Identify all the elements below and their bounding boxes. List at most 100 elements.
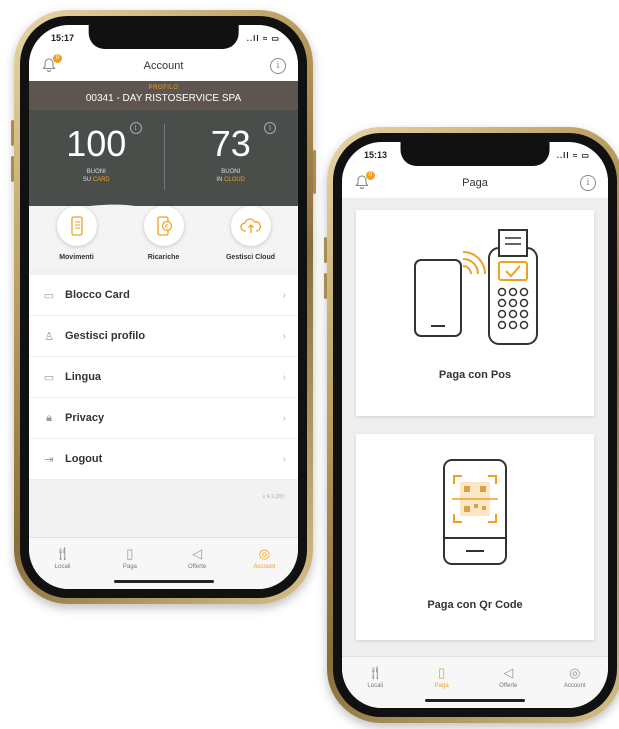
notch bbox=[88, 25, 239, 49]
chevron-right-icon: › bbox=[282, 289, 286, 301]
action-gestisci-cloud[interactable]: Gestisci Cloud bbox=[211, 206, 291, 261]
menu-item-label: Privacy bbox=[65, 412, 105, 424]
menu-item-privacy[interactable]: 🔒︎ Privacy › bbox=[29, 398, 298, 439]
counter-value: 100 bbox=[66, 123, 127, 164]
chat-icon: ▭ bbox=[43, 371, 55, 384]
tab-label: Offerte bbox=[188, 564, 207, 570]
chevron-right-icon: › bbox=[282, 453, 286, 465]
menu-item-gestisci-profilo[interactable]: ♙ Gestisci profilo › bbox=[29, 316, 298, 357]
tab-locali[interactable]: 🍴︎ Locali bbox=[345, 665, 405, 708]
tab-label: Account bbox=[253, 564, 276, 570]
phone-account: 15:17 ..ll ≈ ▭ 0 Account i PROFILO 00341… bbox=[11, 10, 316, 604]
action-label: Movimenti bbox=[59, 254, 94, 261]
menu-item-label: Gestisci profilo bbox=[65, 330, 146, 342]
menu-item-logout[interactable]: ⇥ Logout › bbox=[29, 439, 298, 480]
logout-icon: ⇥ bbox=[44, 453, 54, 466]
menu-item-label: Blocco Card bbox=[65, 289, 130, 301]
status-time: 15:17 bbox=[51, 33, 75, 43]
counter-caption: BUONI SU CARD bbox=[29, 168, 164, 184]
info-icon[interactable]: i bbox=[580, 175, 596, 191]
pay-screen: 15:13 ..ll ≈ ▭ 0 Paga i Paga con Pos Pag… bbox=[342, 142, 608, 708]
bell-icon[interactable]: 0 bbox=[354, 171, 375, 192]
counter-caption-highlight: CARD bbox=[92, 177, 110, 183]
counter-caption-line: SU CARD bbox=[29, 176, 164, 184]
menu-item-blocco-card[interactable]: ▭ Blocco Card › bbox=[29, 275, 298, 316]
status-icons: ..ll ≈ ▭ bbox=[556, 150, 590, 160]
power-button bbox=[313, 150, 316, 194]
home-indicator bbox=[425, 699, 525, 702]
tab-account[interactable]: ◎ Account bbox=[234, 546, 294, 589]
tab-label: Paga bbox=[122, 564, 137, 570]
profile-bar[interactable]: PROFILO 00341 - DAY RISTOSERVICE SPA bbox=[29, 81, 298, 110]
menu-item-label: Lingua bbox=[65, 371, 102, 383]
list-phone-icon bbox=[56, 206, 97, 246]
notification-badge: 0 bbox=[53, 54, 62, 63]
home-indicator bbox=[113, 580, 214, 583]
recharge-icon: € bbox=[143, 206, 184, 246]
counter-caption-highlight: CLOUD bbox=[224, 177, 246, 183]
profile-name: 00341 - DAY RISTOSERVICE SPA bbox=[85, 93, 242, 104]
counter-caption-prefix: IN bbox=[216, 177, 225, 183]
phone-bezel: 15:13 ..ll ≈ ▭ 0 Paga i Paga con Pos Pag… bbox=[333, 133, 617, 717]
action-ricariche[interactable]: € Ricariche bbox=[124, 206, 204, 261]
app-header: 0 Paga i bbox=[342, 168, 608, 198]
tab-label: Account bbox=[563, 683, 586, 689]
tab-locali[interactable]: 🍴︎ Locali bbox=[33, 546, 93, 589]
counter-caption-line: IN CLOUD bbox=[164, 176, 299, 184]
pos-terminal-icon bbox=[414, 229, 538, 345]
quick-actions: Movimenti € Ricariche Gestisci Cloud bbox=[29, 206, 298, 269]
bell-icon[interactable]: 0 bbox=[41, 54, 62, 75]
app-header: 0 Account i bbox=[29, 51, 298, 81]
card-icon: ▭ bbox=[43, 289, 55, 302]
volume-button bbox=[11, 120, 14, 146]
volume-button bbox=[11, 156, 14, 182]
counter-caption-prefix: SU bbox=[82, 177, 93, 183]
notification-badge: 0 bbox=[366, 171, 375, 180]
status-icons: ..ll ≈ ▭ bbox=[246, 33, 280, 43]
tab-bar: 🍴︎ Locali ▯ Paga ◁ Offerte ◎ Account bbox=[342, 656, 608, 708]
megaphone-icon: ◁ bbox=[192, 546, 203, 561]
account-screen: 15:17 ..ll ≈ ▭ 0 Account i PROFILO 00341… bbox=[29, 25, 298, 589]
cutlery-icon: 🍴︎ bbox=[54, 546, 71, 561]
phone-bezel: 15:17 ..ll ≈ ▭ 0 Account i PROFILO 00341… bbox=[20, 16, 307, 598]
page-title: Paga bbox=[462, 177, 488, 189]
account-icon: ◎ bbox=[569, 665, 581, 680]
info-icon[interactable]: i bbox=[264, 122, 276, 134]
action-movimenti[interactable]: Movimenti bbox=[37, 206, 117, 261]
info-icon[interactable]: i bbox=[270, 58, 286, 74]
cloud-upload-icon bbox=[230, 206, 271, 246]
profile-label: PROFILO bbox=[148, 85, 179, 91]
lock-icon: 🔒︎ bbox=[46, 411, 52, 424]
pay-icon: ▯ bbox=[438, 665, 446, 680]
counter-caption-line: BUONI bbox=[221, 169, 241, 175]
chevron-right-icon: › bbox=[282, 330, 286, 342]
pay-icon: ▯ bbox=[126, 546, 134, 561]
app-version: v 4.1.(20) bbox=[262, 494, 284, 500]
cutlery-icon: 🍴︎ bbox=[366, 665, 384, 680]
menu-item-lingua[interactable]: ▭ Lingua › bbox=[29, 357, 298, 398]
stage: 15:17 ..ll ≈ ▭ 0 Account i PROFILO 00341… bbox=[0, 0, 619, 729]
tab-label: Locali bbox=[54, 564, 71, 570]
menu-item-label: Logout bbox=[65, 453, 103, 465]
tab-label: Paga bbox=[434, 683, 449, 689]
action-label: Gestisci Cloud bbox=[225, 254, 275, 261]
phone-pay: 15:13 ..ll ≈ ▭ 0 Paga i Paga con Pos Pag… bbox=[324, 127, 619, 723]
action-label: Ricariche bbox=[147, 254, 180, 261]
megaphone-icon: ◁ bbox=[503, 665, 514, 680]
status-time: 15:13 bbox=[364, 150, 388, 160]
tab-bar: 🍴︎ Locali ▯ Paga ◁ Offerte ◎ Account bbox=[29, 537, 298, 589]
tab-account[interactable]: ◎ Account bbox=[545, 665, 605, 708]
tab-label: Offerte bbox=[499, 683, 518, 689]
counter-caption: BUONI IN CLOUD bbox=[164, 168, 299, 184]
account-icon: ◎ bbox=[258, 546, 271, 561]
user-icon: ♙ bbox=[44, 330, 54, 343]
info-icon[interactable]: i bbox=[129, 122, 142, 134]
pay-pos-card[interactable]: Paga con Pos bbox=[356, 210, 594, 416]
pay-qr-card[interactable]: Paga con Qr Code bbox=[356, 434, 594, 640]
chevron-right-icon: › bbox=[282, 371, 286, 383]
volume-button bbox=[324, 273, 327, 299]
volume-button bbox=[324, 237, 327, 263]
page-title: Account bbox=[143, 60, 184, 72]
chevron-right-icon: › bbox=[282, 412, 286, 424]
pay-pos-label: Paga con Pos bbox=[438, 369, 512, 381]
